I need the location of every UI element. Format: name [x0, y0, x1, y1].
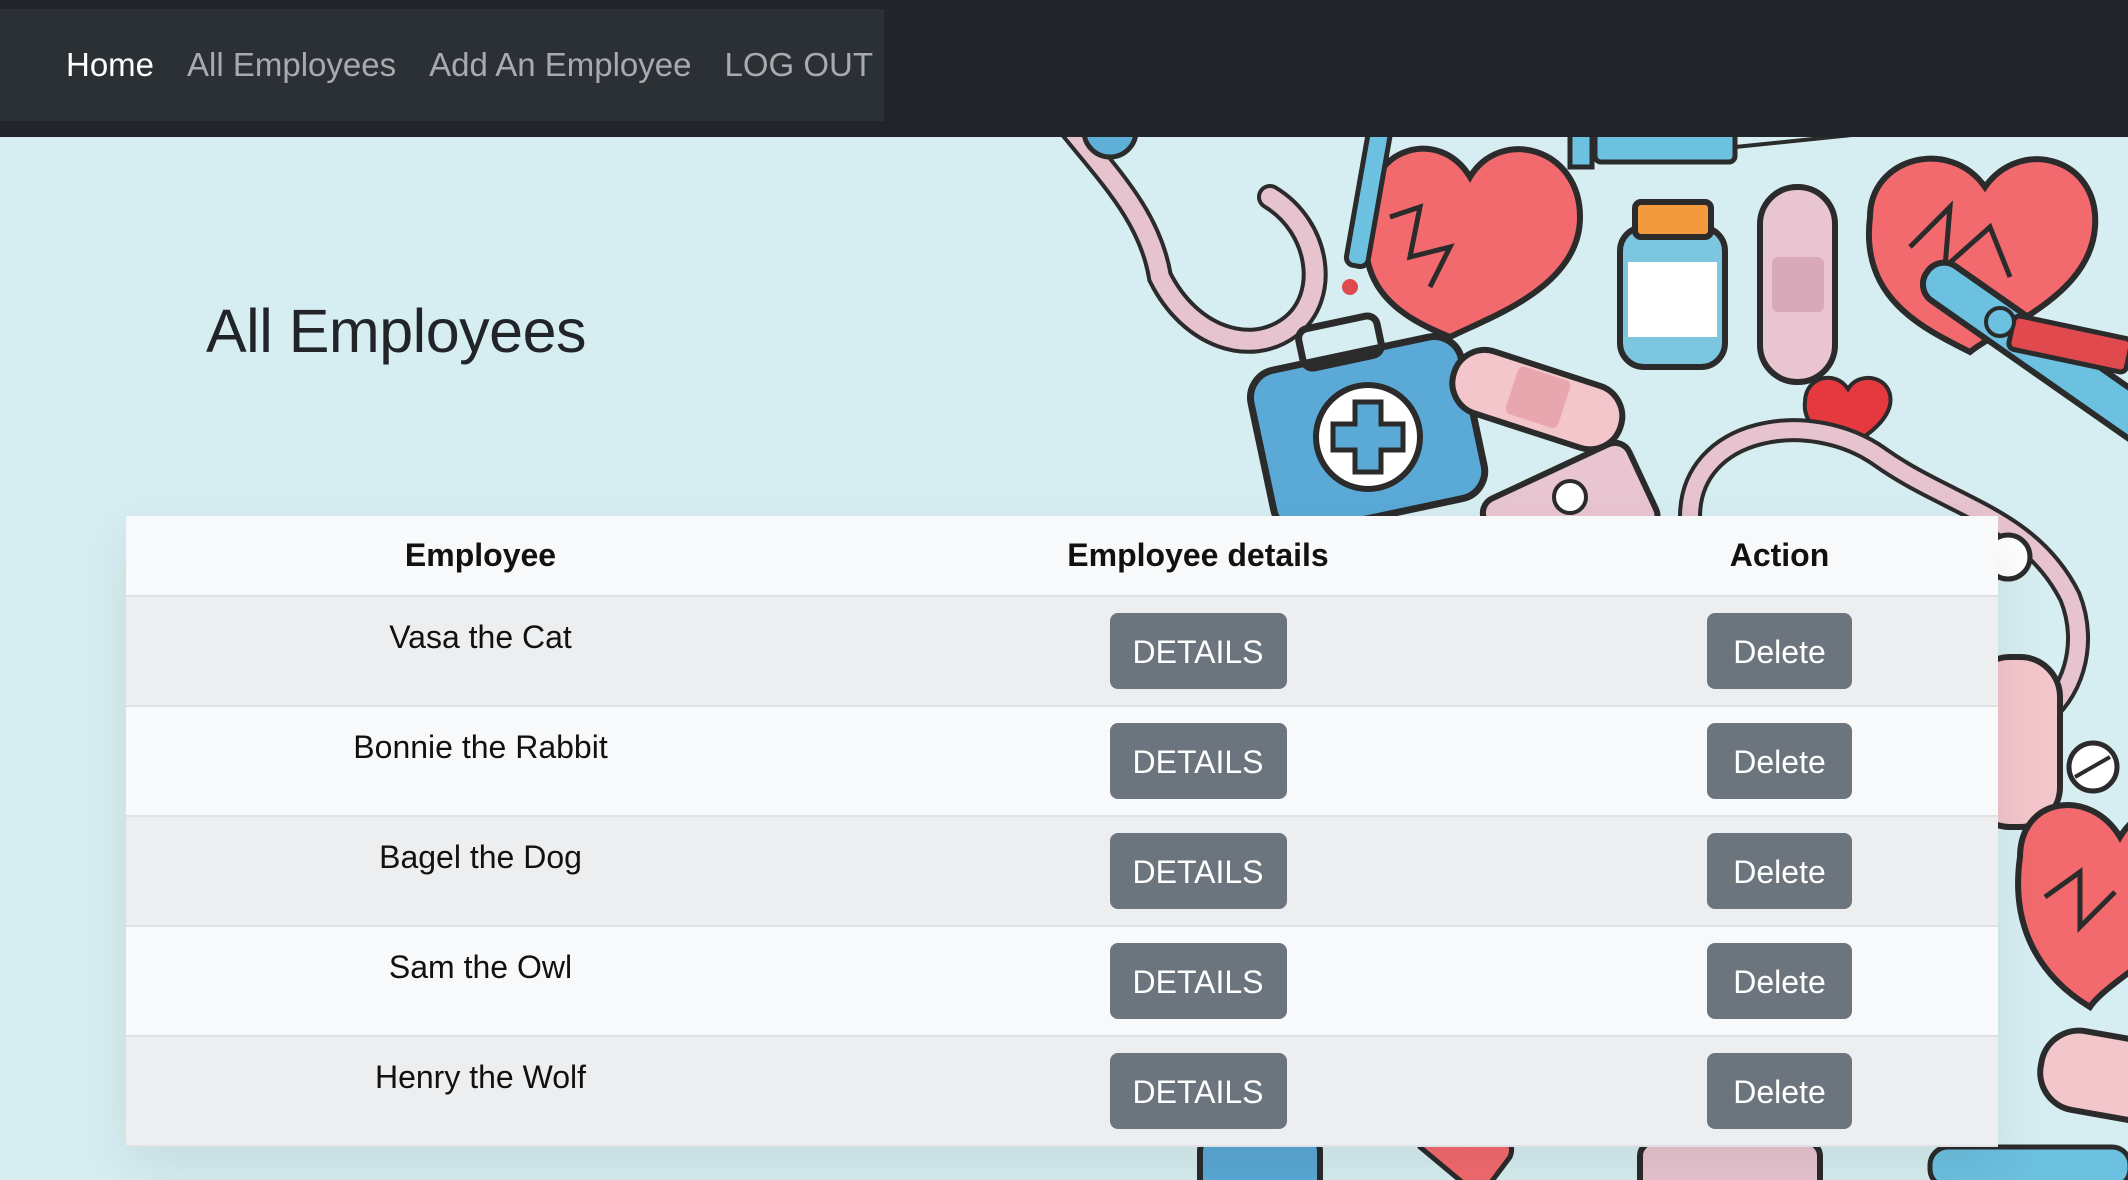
first-aid-kit-icon: [1246, 312, 1489, 536]
nav-menu: Home All Employees Add An Employee LOG O…: [0, 9, 884, 121]
stethoscope-icon: [1061, 137, 1328, 354]
table-row: Henry the Wolf DETAILS Delete: [126, 1036, 1998, 1146]
page-title: All Employees: [206, 297, 587, 365]
pill-bottle-icon: [1617, 199, 1728, 370]
syringe-icon: [1567, 137, 1853, 170]
delete-button[interactable]: Delete: [1707, 613, 1852, 689]
delete-button[interactable]: Delete: [1707, 723, 1852, 799]
table-row: Vasa the Cat DETAILS Delete: [126, 596, 1998, 706]
delete-button[interactable]: Delete: [1707, 833, 1852, 909]
employee-name: Vasa the Cat: [389, 619, 572, 655]
employee-name: Bagel the Dog: [379, 839, 582, 875]
details-button[interactable]: DETAILS: [1109, 943, 1287, 1019]
column-header-details: Employee details: [835, 516, 1561, 597]
delete-button[interactable]: Delete: [1707, 1053, 1852, 1129]
delete-button[interactable]: Delete: [1707, 943, 1852, 1019]
employees-table: Employee Employee details Action Vasa th…: [126, 516, 1998, 1147]
nav-home-link[interactable]: Home: [66, 46, 154, 84]
table-row: Bonnie the Rabbit DETAILS Delete: [126, 706, 1998, 816]
details-button[interactable]: DETAILS: [1109, 833, 1287, 909]
bandage-icon: [2037, 1027, 2128, 1127]
table-row: Sam the Owl DETAILS Delete: [126, 926, 1998, 1036]
employee-name: Henry the Wolf: [374, 1059, 587, 1095]
top-navbar: Home All Employees Add An Employee LOG O…: [0, 0, 2128, 137]
nav-logout-link[interactable]: LOG OUT: [724, 46, 873, 84]
employee-name: Sam the Owl: [388, 949, 573, 985]
bandage-icon: [1757, 184, 1838, 385]
details-button[interactable]: DETAILS: [1109, 723, 1287, 799]
nav-add-employee-link[interactable]: Add An Employee: [429, 46, 691, 84]
column-header-action: Action: [1561, 516, 1998, 597]
details-button[interactable]: DETAILS: [1109, 1053, 1287, 1129]
table-header-row: Employee Employee details Action: [126, 516, 1998, 597]
table-row: Bagel the Dog DETAILS Delete: [126, 816, 1998, 926]
employee-name: Bonnie the Rabbit: [353, 729, 608, 765]
column-header-employee: Employee: [126, 516, 835, 597]
details-button[interactable]: DETAILS: [1109, 613, 1287, 689]
nav-all-employees-link[interactable]: All Employees: [187, 46, 396, 84]
heart-icon: [1362, 145, 1584, 341]
heart-icon: [2015, 801, 2128, 1012]
